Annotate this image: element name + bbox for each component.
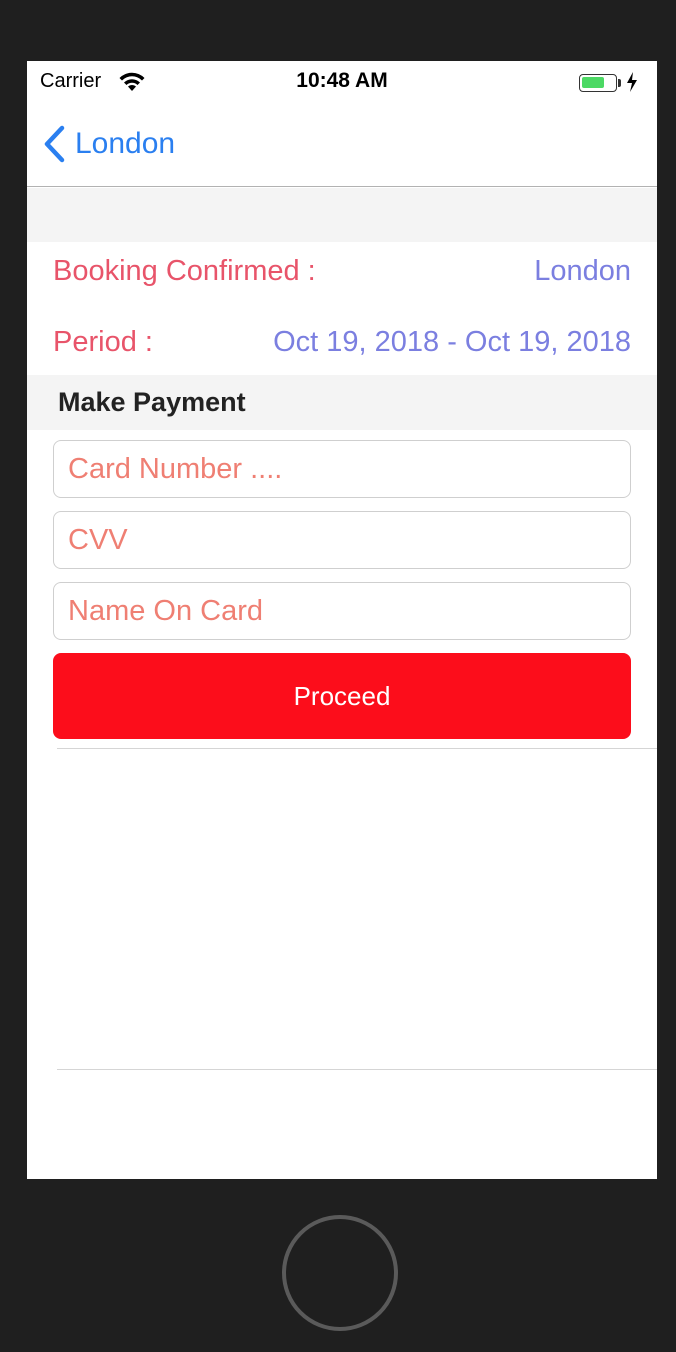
status-bar: Carrier 10:48 AM xyxy=(27,61,657,101)
booking-confirmed-value: London xyxy=(534,255,631,287)
period-label: Period : xyxy=(53,326,153,358)
divider xyxy=(57,748,657,749)
cvv-input[interactable] xyxy=(53,511,631,569)
period-value: Oct 19, 2018 - Oct 19, 2018 xyxy=(273,326,631,358)
back-button-label: London xyxy=(75,127,176,160)
phone-screen: Carrier 10:48 AM London Booking Confirme… xyxy=(27,61,657,1179)
booking-confirmed-label: Booking Confirmed : xyxy=(53,255,316,287)
header-spacer xyxy=(27,188,657,242)
make-payment-header: Make Payment xyxy=(27,375,657,430)
navigation-bar: London xyxy=(27,101,657,187)
period-row: Period : Oct 19, 2018 - Oct 19, 2018 xyxy=(53,326,631,359)
name-on-card-input[interactable] xyxy=(53,582,631,640)
proceed-button[interactable]: Proceed xyxy=(53,653,631,739)
chevron-left-icon xyxy=(44,125,65,163)
home-button[interactable] xyxy=(282,1215,398,1331)
booking-confirmed-row: Booking Confirmed : London xyxy=(53,255,631,288)
battery-tip xyxy=(618,79,621,87)
charging-bolt-icon xyxy=(627,72,637,92)
battery-fill xyxy=(582,77,604,88)
make-payment-title: Make Payment xyxy=(58,387,246,417)
battery-icon xyxy=(579,74,617,92)
divider xyxy=(57,1069,657,1070)
clock: 10:48 AM xyxy=(296,69,388,92)
back-button[interactable]: London xyxy=(41,123,175,165)
card-number-input[interactable] xyxy=(53,440,631,498)
